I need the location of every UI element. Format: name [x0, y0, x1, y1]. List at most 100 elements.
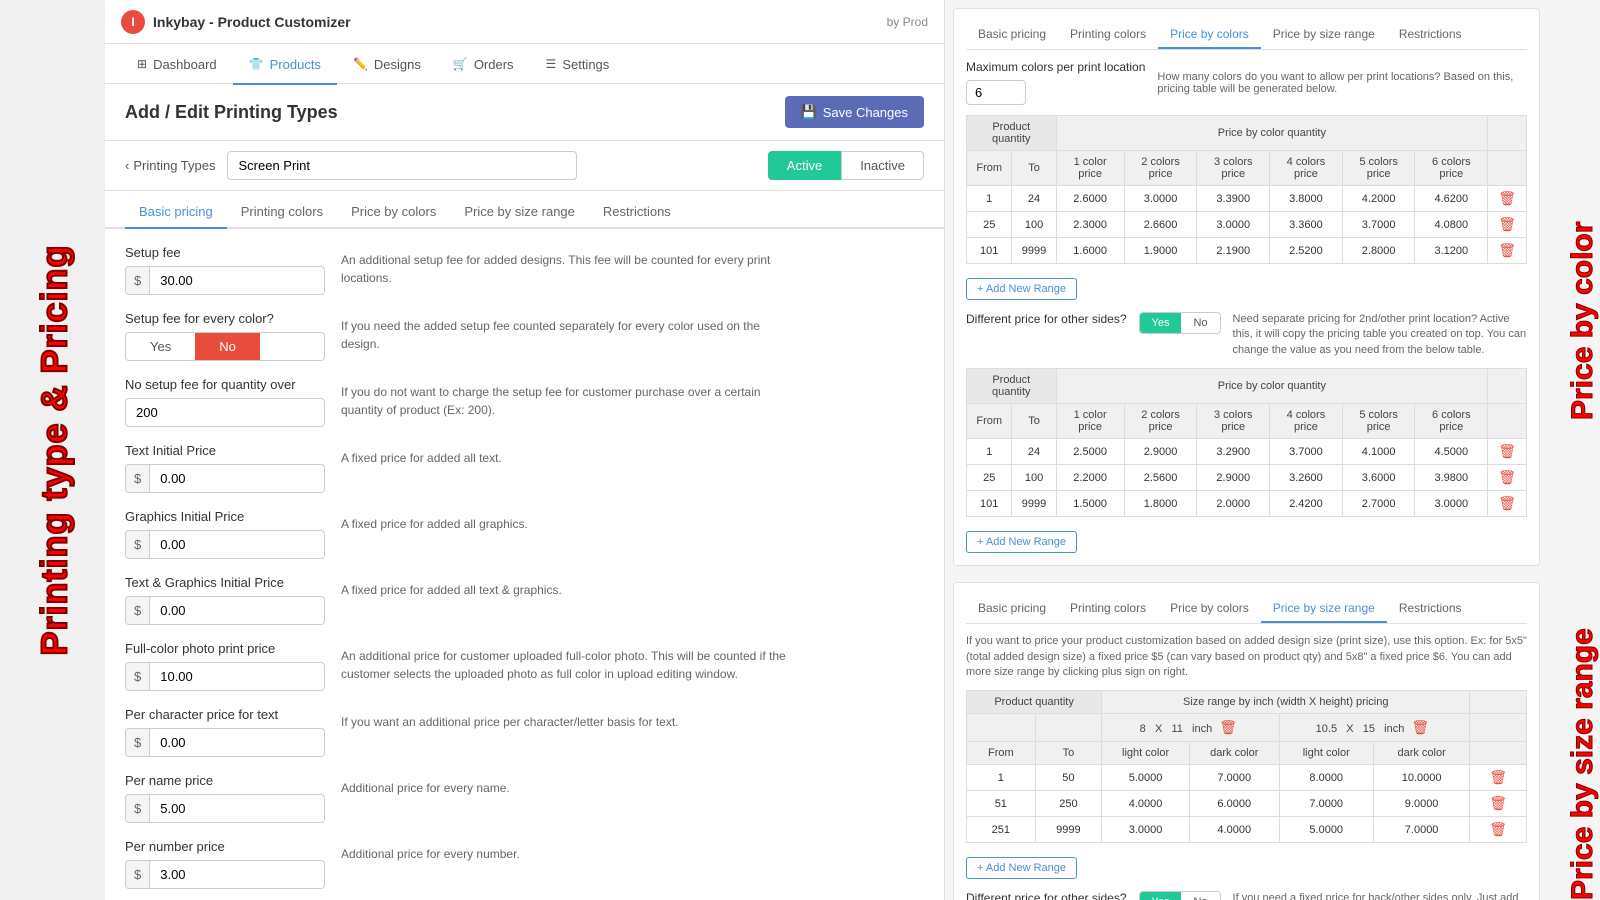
size-panel-tab-price-by-colors[interactable]: Price by colors — [1158, 595, 1261, 623]
max-colors-desc: How many colors do you want to allow per… — [1157, 71, 1527, 95]
per-char-label: Per character price for text — [125, 707, 325, 722]
sub-tab-price-by-size-range[interactable]: Price by size range — [450, 204, 589, 229]
delete-row-btn[interactable]: 🗑 — [1494, 242, 1520, 259]
settings-icon: ☰ — [546, 57, 557, 71]
breadcrumb-link[interactable]: ‹ Printing Types — [125, 158, 215, 173]
color-panel-tabs: Basic pricing Printing colors Price by c… — [966, 21, 1527, 50]
text-initial-input[interactable] — [150, 465, 290, 492]
color-panel-tab-printing-colors[interactable]: Printing colors — [1058, 21, 1158, 49]
delete-size-row-btn[interactable]: 🗑 — [1485, 821, 1511, 838]
add-range-btn-2[interactable]: + Add New Range — [966, 531, 1077, 553]
size-panel-desc: If you want to price your product custom… — [966, 634, 1527, 680]
sub-tab-restrictions[interactable]: Restrictions — [589, 204, 685, 229]
setup-fee-input[interactable] — [150, 267, 290, 294]
text-initial-field: Text Initial Price $ — [125, 443, 325, 493]
2-color-header-1: 2 colors price — [1124, 151, 1197, 186]
color-panel-tab-restrictions[interactable]: Restrictions — [1387, 21, 1474, 49]
per-char-input-group: $ — [125, 728, 325, 757]
sub-tab-price-by-colors[interactable]: Price by colors — [337, 204, 450, 229]
nav-tab-settings[interactable]: ☰ Settings — [530, 45, 626, 85]
dollar-prefix: $ — [126, 267, 150, 294]
delete-row-btn[interactable]: 🗑 — [1494, 469, 1520, 486]
add-range-btn-1[interactable]: + Add New Range — [966, 278, 1077, 300]
per-name-input[interactable] — [150, 795, 290, 822]
max-colors-input[interactable] — [966, 80, 1026, 105]
page-header: Add / Edit Printing Types 💾 Save Changes — [105, 84, 944, 141]
form-content: Setup fee $ An additional setup fee for … — [105, 229, 944, 900]
yes-button[interactable]: Yes — [126, 333, 195, 360]
to-h2: To — [1012, 404, 1056, 439]
delete-size-col-btn-2[interactable]: 🗑 — [1407, 719, 1433, 736]
color-panel-tab-price-by-colors[interactable]: Price by colors — [1158, 21, 1261, 49]
text-graphics-desc: A fixed price for added all text & graph… — [341, 575, 791, 599]
dollar-prefix-2: $ — [126, 465, 150, 492]
size-panel-tab-basic[interactable]: Basic pricing — [966, 595, 1058, 623]
diff-sides-no-1[interactable]: No — [1181, 313, 1219, 333]
delete-size-col-btn[interactable]: 🗑 — [1215, 719, 1241, 736]
setup-fee-color-field: Setup fee for every color? Yes No — [125, 311, 325, 361]
3c-h2: 3 colors price — [1197, 404, 1270, 439]
diff-sides-label-2: Different price for other sides? — [966, 891, 1127, 900]
form-row-photo-price: Full-color photo print price $ An additi… — [125, 641, 924, 691]
table-row: 51250 4.00006.0000 7.00009.0000 🗑 — [967, 791, 1527, 817]
max-colors-row: Maximum colors per print location How ma… — [966, 60, 1527, 105]
delete-size-row-btn[interactable]: 🗑 — [1485, 795, 1511, 812]
diff-sides-no-2[interactable]: No — [1181, 892, 1219, 900]
status-inactive-button[interactable]: Inactive — [841, 151, 924, 180]
brand-name: Inkybay - Product Customizer — [153, 14, 351, 30]
diff-sides-desc-1: Need separate pricing for 2nd/other prin… — [1233, 312, 1527, 358]
delete-row-btn[interactable]: 🗑 — [1494, 216, 1520, 233]
size-10x15-header: 10.5 X 15 inch 🗑 — [1279, 714, 1470, 742]
per-number-input[interactable] — [150, 861, 290, 888]
sub-tab-basic-pricing[interactable]: Basic pricing — [125, 204, 227, 229]
size-table-1: Product quantity Size range by inch (wid… — [966, 690, 1527, 843]
diff-sides-desc-2: If you need a fixed price for back/other… — [1233, 891, 1527, 900]
delete-size-row-btn[interactable]: 🗑 — [1485, 769, 1511, 786]
dark-color-s1: dark color — [1189, 742, 1279, 765]
dollar-prefix-7: $ — [126, 795, 150, 822]
overlay-left: Printing type & Pricing — [0, 0, 110, 900]
app-container: I Inkybay - Product Customizer by Prod ⊞… — [105, 0, 945, 900]
status-toggle: Active Inactive — [768, 151, 924, 180]
4c-h2: 4 colors price — [1270, 404, 1343, 439]
nav-tab-dashboard[interactable]: ⊞ Dashboard — [121, 45, 233, 85]
diff-sides-yes-1[interactable]: Yes — [1140, 313, 1182, 333]
to-header-1: To — [1012, 151, 1056, 186]
no-button[interactable]: No — [195, 333, 260, 360]
add-range-btn-size-1[interactable]: + Add New Range — [966, 857, 1077, 879]
delete-row-btn[interactable]: 🗑 — [1494, 495, 1520, 512]
photo-price-label: Full-color photo print price — [125, 641, 325, 656]
save-button[interactable]: 💾 Save Changes — [785, 96, 924, 128]
nav-tab-designs-label: Designs — [374, 57, 421, 72]
setup-fee-desc: An additional setup fee for added design… — [341, 245, 791, 287]
photo-price-input[interactable] — [150, 663, 290, 690]
text-graphics-input[interactable] — [150, 597, 290, 624]
form-row-per-number: Per number price $ Additional price for … — [125, 839, 924, 889]
per-char-desc: If you want an additional price per char… — [341, 707, 791, 731]
light-color-s2: light color — [1279, 742, 1373, 765]
delete-row-btn[interactable]: 🗑 — [1494, 443, 1520, 460]
table-row: 1019999 1.60001.90002.19002.52002.80003.… — [967, 238, 1527, 264]
diff-sides-yes-2[interactable]: Yes — [1140, 892, 1182, 900]
breadcrumb-row: ‹ Printing Types Active Inactive — [105, 141, 944, 191]
size-panel-tab-restrictions[interactable]: Restrictions — [1387, 595, 1474, 623]
product-qty-header: Product quantity — [967, 116, 1057, 151]
delete-row-btn[interactable]: 🗑 — [1494, 190, 1520, 207]
no-setup-qty-input[interactable] — [125, 398, 325, 427]
nav-tab-designs[interactable]: ✏️ Designs — [337, 45, 437, 85]
size-panel-tab-printing-colors[interactable]: Printing colors — [1058, 595, 1158, 623]
photo-price-input-group: $ — [125, 662, 325, 691]
name-input[interactable] — [227, 151, 577, 180]
graphics-initial-input[interactable] — [150, 531, 290, 558]
size-range-pricing-header: Size range by inch (width X height) pric… — [1102, 691, 1470, 714]
sub-tab-printing-colors[interactable]: Printing colors — [227, 204, 337, 229]
per-char-input[interactable] — [150, 729, 290, 756]
size-panel-tab-size-range[interactable]: Price by size range — [1261, 595, 1387, 623]
per-name-desc: Additional price for every name. — [341, 773, 791, 797]
color-panel-tab-basic[interactable]: Basic pricing — [966, 21, 1058, 49]
form-row-graphics-initial: Graphics Initial Price $ A fixed price f… — [125, 509, 924, 559]
nav-tab-orders[interactable]: 🛒 Orders — [437, 45, 530, 85]
color-panel-tab-size-range[interactable]: Price by size range — [1261, 21, 1387, 49]
status-active-button[interactable]: Active — [768, 151, 841, 180]
nav-tab-products[interactable]: 👕 Products — [233, 45, 337, 85]
